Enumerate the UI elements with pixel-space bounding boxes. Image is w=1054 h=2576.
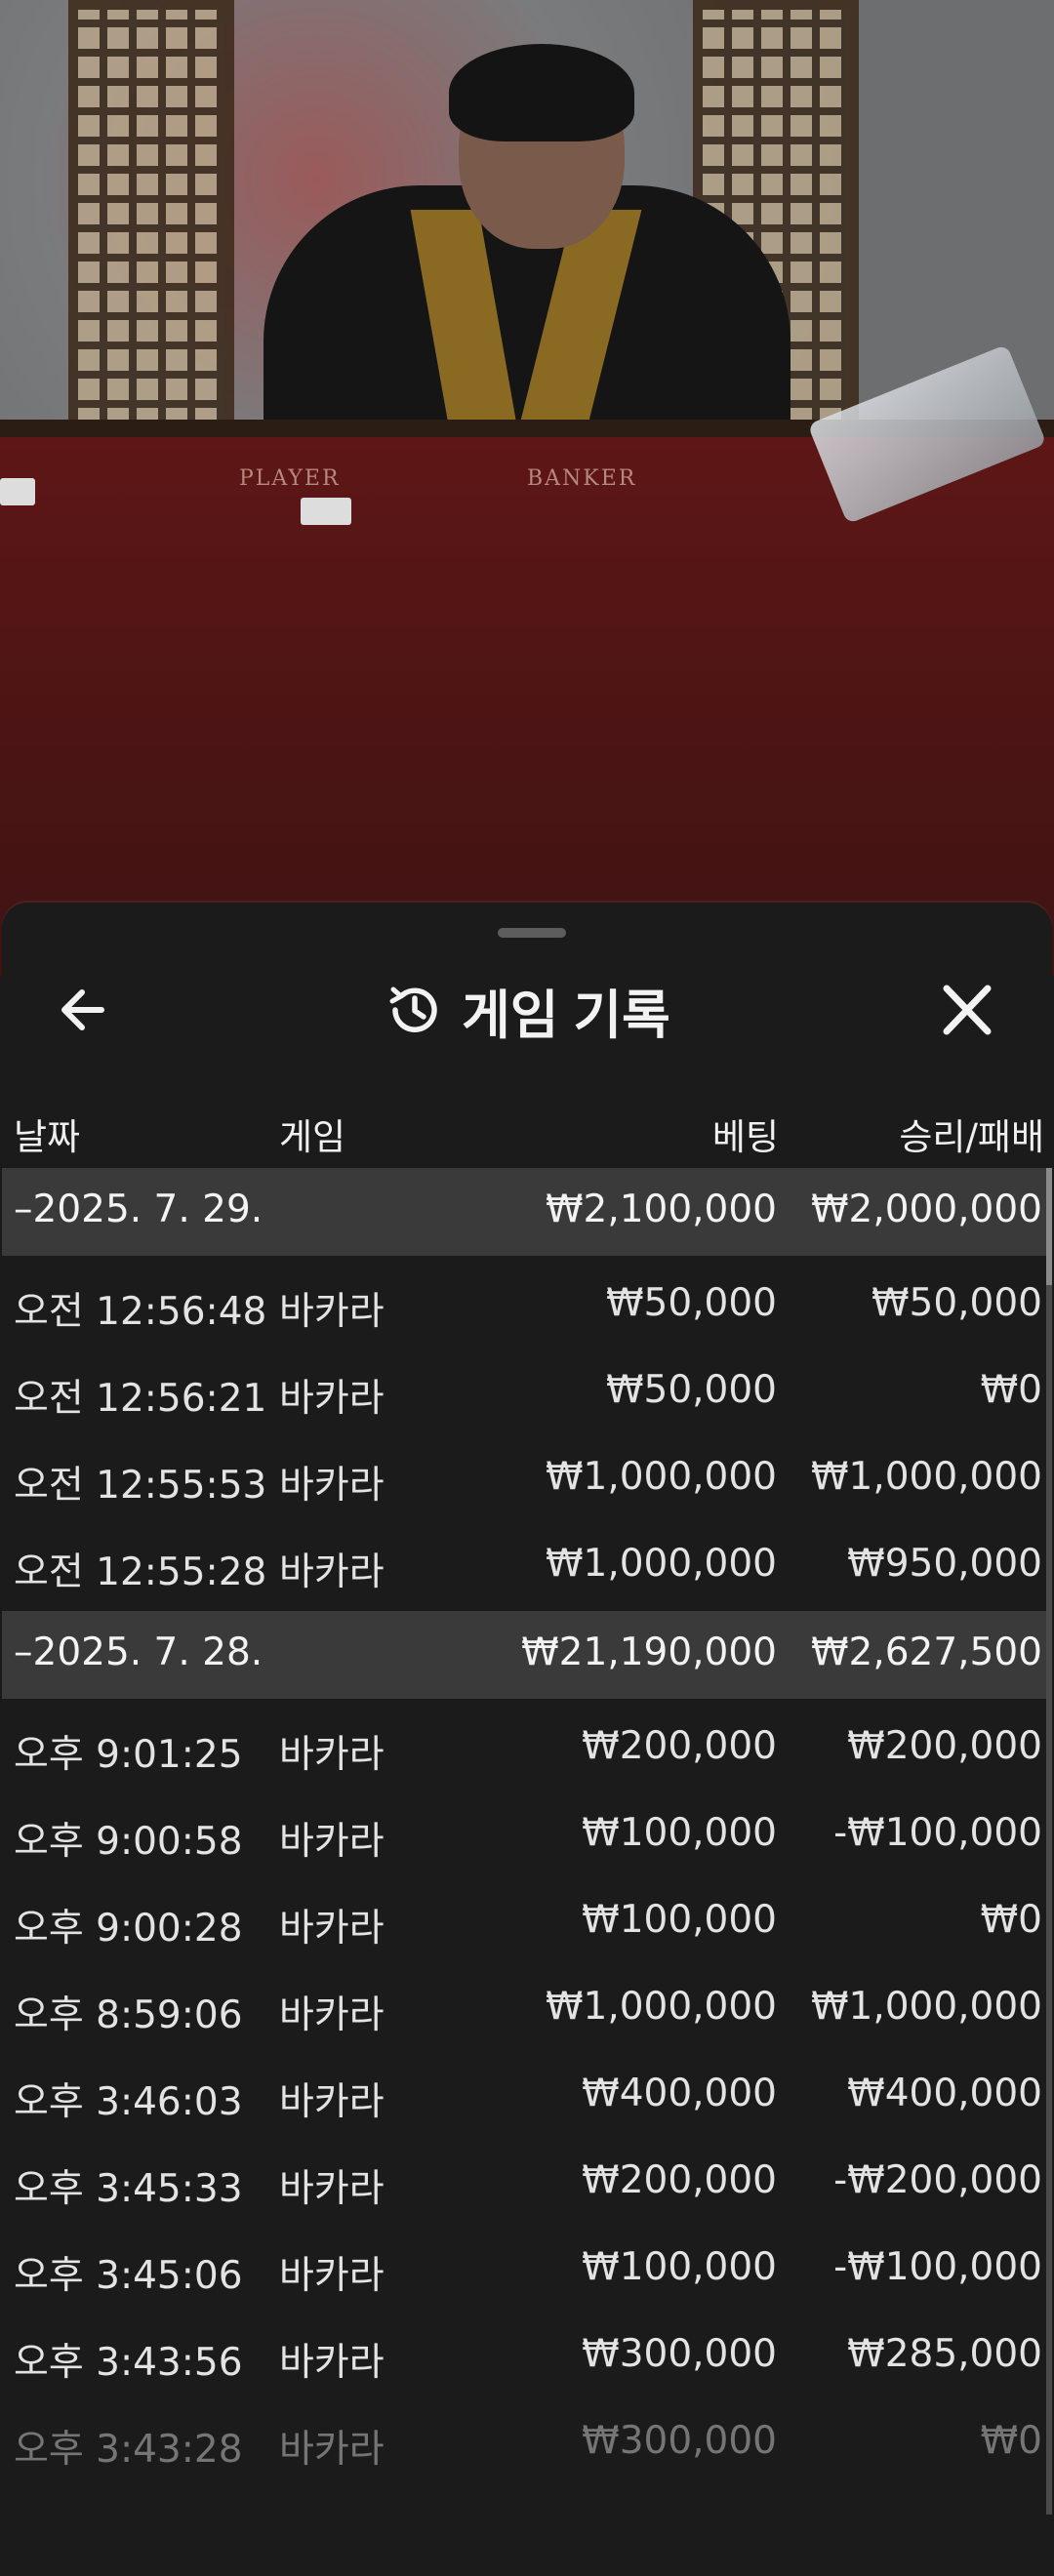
row-result: ₩0 bbox=[980, 2419, 1042, 2463]
game-history-sheet: 게임 기록 날짜 게임 베팅 승리/패배 –2025. 7. 29. ₩2,10… bbox=[2, 903, 1052, 2576]
row-result: ₩200,000 bbox=[847, 1724, 1042, 1768]
row-time: 오전 12:55:28 bbox=[14, 1550, 267, 1594]
row-game: 바카라 bbox=[279, 1907, 385, 1951]
group-date: –2025. 7. 28. bbox=[14, 1630, 264, 1674]
playing-card bbox=[0, 478, 35, 505]
row-game: 바카라 bbox=[279, 2341, 385, 2385]
column-header-game: 게임 bbox=[279, 1116, 346, 1158]
row-game: 바카라 bbox=[279, 2254, 385, 2298]
row-bet: ₩1,000,000 bbox=[545, 1985, 777, 2029]
scrollbar-thumb[interactable] bbox=[1046, 1168, 1052, 1285]
row-bet: ₩300,000 bbox=[582, 2332, 777, 2376]
row-time: 오후 3:46:03 bbox=[14, 2080, 243, 2124]
date-group-row[interactable]: –2025. 7. 29. ₩2,100,000 ₩2,000,000 bbox=[2, 1168, 1050, 1256]
table-row[interactable]: 오후 9:00:28 바카라 ₩100,000 ₩0 bbox=[2, 1880, 1050, 1967]
row-game: 바카라 bbox=[279, 1550, 385, 1594]
close-button[interactable] bbox=[933, 981, 1001, 1039]
playing-card bbox=[301, 498, 351, 525]
table-row[interactable]: 오후 3:45:06 바카라 ₩100,000 -₩100,000 bbox=[2, 2228, 1050, 2314]
row-bet: ₩100,000 bbox=[582, 2245, 777, 2289]
group-bet-total: ₩21,190,000 bbox=[521, 1630, 777, 1674]
row-time: 오후 9:01:25 bbox=[14, 1733, 243, 1777]
live-video-background: PLAYER BANKER bbox=[0, 0, 1054, 976]
scrollbar-track[interactable] bbox=[1046, 1168, 1052, 2515]
row-result: ₩950,000 bbox=[847, 1542, 1042, 1586]
close-icon bbox=[943, 985, 992, 1035]
row-time: 오후 8:59:06 bbox=[14, 1993, 243, 2037]
row-game: 바카라 bbox=[279, 1733, 385, 1777]
row-time: 오후 9:00:58 bbox=[14, 1820, 243, 1864]
table-row[interactable]: 오후 3:43:28 바카라 ₩300,000 ₩0 bbox=[2, 2401, 1050, 2488]
table-row[interactable]: 오후 3:46:03 바카라 ₩400,000 ₩400,000 bbox=[2, 2054, 1050, 2141]
row-bet: ₩50,000 bbox=[605, 1368, 777, 1412]
lattice-screen-left bbox=[68, 0, 234, 439]
table-row[interactable]: 오전 12:55:53 바카라 ₩1,000,000 ₩1,000,000 bbox=[2, 1437, 1050, 1524]
table-row[interactable]: 오전 12:56:48 바카라 ₩50,000 ₩50,000 bbox=[2, 1264, 1050, 1350]
row-bet: ₩1,000,000 bbox=[545, 1455, 777, 1499]
column-header-bet: 베팅 bbox=[711, 1116, 779, 1158]
row-time: 오후 3:43:56 bbox=[14, 2341, 243, 2385]
sheet-header: 게임 기록 bbox=[2, 961, 1052, 1059]
table-row[interactable]: 오전 12:55:28 바카라 ₩1,000,000 ₩950,000 bbox=[2, 1524, 1050, 1611]
group-result-total: ₩2,000,000 bbox=[810, 1187, 1042, 1231]
row-game: 바카라 bbox=[279, 2428, 385, 2472]
row-time: 오후 3:45:06 bbox=[14, 2254, 243, 2298]
table-row[interactable]: 오후 8:59:06 바카라 ₩1,000,000 ₩1,000,000 bbox=[2, 1967, 1050, 2054]
group-result-total: ₩2,627,500 bbox=[810, 1630, 1042, 1674]
row-game: 바카라 bbox=[279, 1464, 385, 1508]
row-result: ₩285,000 bbox=[847, 2332, 1042, 2376]
history-icon bbox=[389, 986, 437, 1032]
table-header: 날짜 게임 베팅 승리/패배 bbox=[2, 1098, 1052, 1166]
row-bet: ₩400,000 bbox=[582, 2072, 777, 2115]
row-time: 오후 9:00:28 bbox=[14, 1907, 243, 1951]
sheet-title: 게임 기록 bbox=[462, 986, 670, 1045]
sheet-title-group: 게임 기록 bbox=[2, 961, 1052, 1059]
date-group-row[interactable]: –2025. 7. 28. ₩21,190,000 ₩2,627,500 bbox=[2, 1611, 1050, 1699]
row-time: 오전 12:56:21 bbox=[14, 1377, 267, 1421]
column-header-result: 승리/패배 bbox=[899, 1116, 1044, 1158]
row-bet: ₩100,000 bbox=[582, 1811, 777, 1855]
group-bet-total: ₩2,100,000 bbox=[545, 1187, 777, 1231]
row-result: ₩0 bbox=[980, 1368, 1042, 1412]
row-result: ₩1,000,000 bbox=[810, 1985, 1042, 2029]
row-time: 오전 12:56:48 bbox=[14, 1290, 267, 1334]
row-time: 오후 3:45:33 bbox=[14, 2167, 243, 2211]
table-row[interactable]: 오후 9:01:25 바카라 ₩200,000 ₩200,000 bbox=[2, 1707, 1050, 1793]
row-bet: ₩1,000,000 bbox=[545, 1542, 777, 1586]
row-result: ₩1,000,000 bbox=[810, 1455, 1042, 1499]
table-row[interactable]: 오후 3:43:56 바카라 ₩300,000 ₩285,000 bbox=[2, 2314, 1050, 2401]
row-game: 바카라 bbox=[279, 1820, 385, 1864]
history-table: –2025. 7. 29. ₩2,100,000 ₩2,000,000 오전 1… bbox=[2, 1168, 1050, 2488]
row-time: 오전 12:55:53 bbox=[14, 1464, 267, 1508]
row-time: 오후 3:43:28 bbox=[14, 2428, 243, 2472]
row-game: 바카라 bbox=[279, 1993, 385, 2037]
table-label-banker: BANKER bbox=[527, 466, 637, 491]
group-date: –2025. 7. 29. bbox=[14, 1187, 264, 1231]
row-bet: ₩100,000 bbox=[582, 1898, 777, 1942]
row-bet: ₩200,000 bbox=[582, 2158, 777, 2202]
row-game: 바카라 bbox=[279, 2080, 385, 2124]
row-result: ₩400,000 bbox=[847, 2072, 1042, 2115]
row-result: -₩200,000 bbox=[833, 2158, 1042, 2202]
table-row[interactable]: 오전 12:56:21 바카라 ₩50,000 ₩0 bbox=[2, 1350, 1050, 1437]
row-result: -₩100,000 bbox=[833, 1811, 1042, 1855]
row-bet: ₩50,000 bbox=[605, 1281, 777, 1325]
row-result: ₩50,000 bbox=[871, 1281, 1042, 1325]
row-game: 바카라 bbox=[279, 1377, 385, 1421]
row-game: 바카라 bbox=[279, 2167, 385, 2211]
row-result: ₩0 bbox=[980, 1898, 1042, 1942]
drag-handle[interactable] bbox=[498, 928, 566, 938]
table-label-player: PLAYER bbox=[239, 466, 341, 491]
dealer-hair bbox=[449, 44, 634, 141]
row-bet: ₩200,000 bbox=[582, 1724, 777, 1768]
row-bet: ₩300,000 bbox=[582, 2419, 777, 2463]
row-result: -₩100,000 bbox=[833, 2245, 1042, 2289]
row-game: 바카라 bbox=[279, 1290, 385, 1334]
table-row[interactable]: 오후 9:00:58 바카라 ₩100,000 -₩100,000 bbox=[2, 1793, 1050, 1880]
table-row[interactable]: 오후 3:45:33 바카라 ₩200,000 -₩200,000 bbox=[2, 2141, 1050, 2228]
column-header-date: 날짜 bbox=[14, 1116, 81, 1158]
